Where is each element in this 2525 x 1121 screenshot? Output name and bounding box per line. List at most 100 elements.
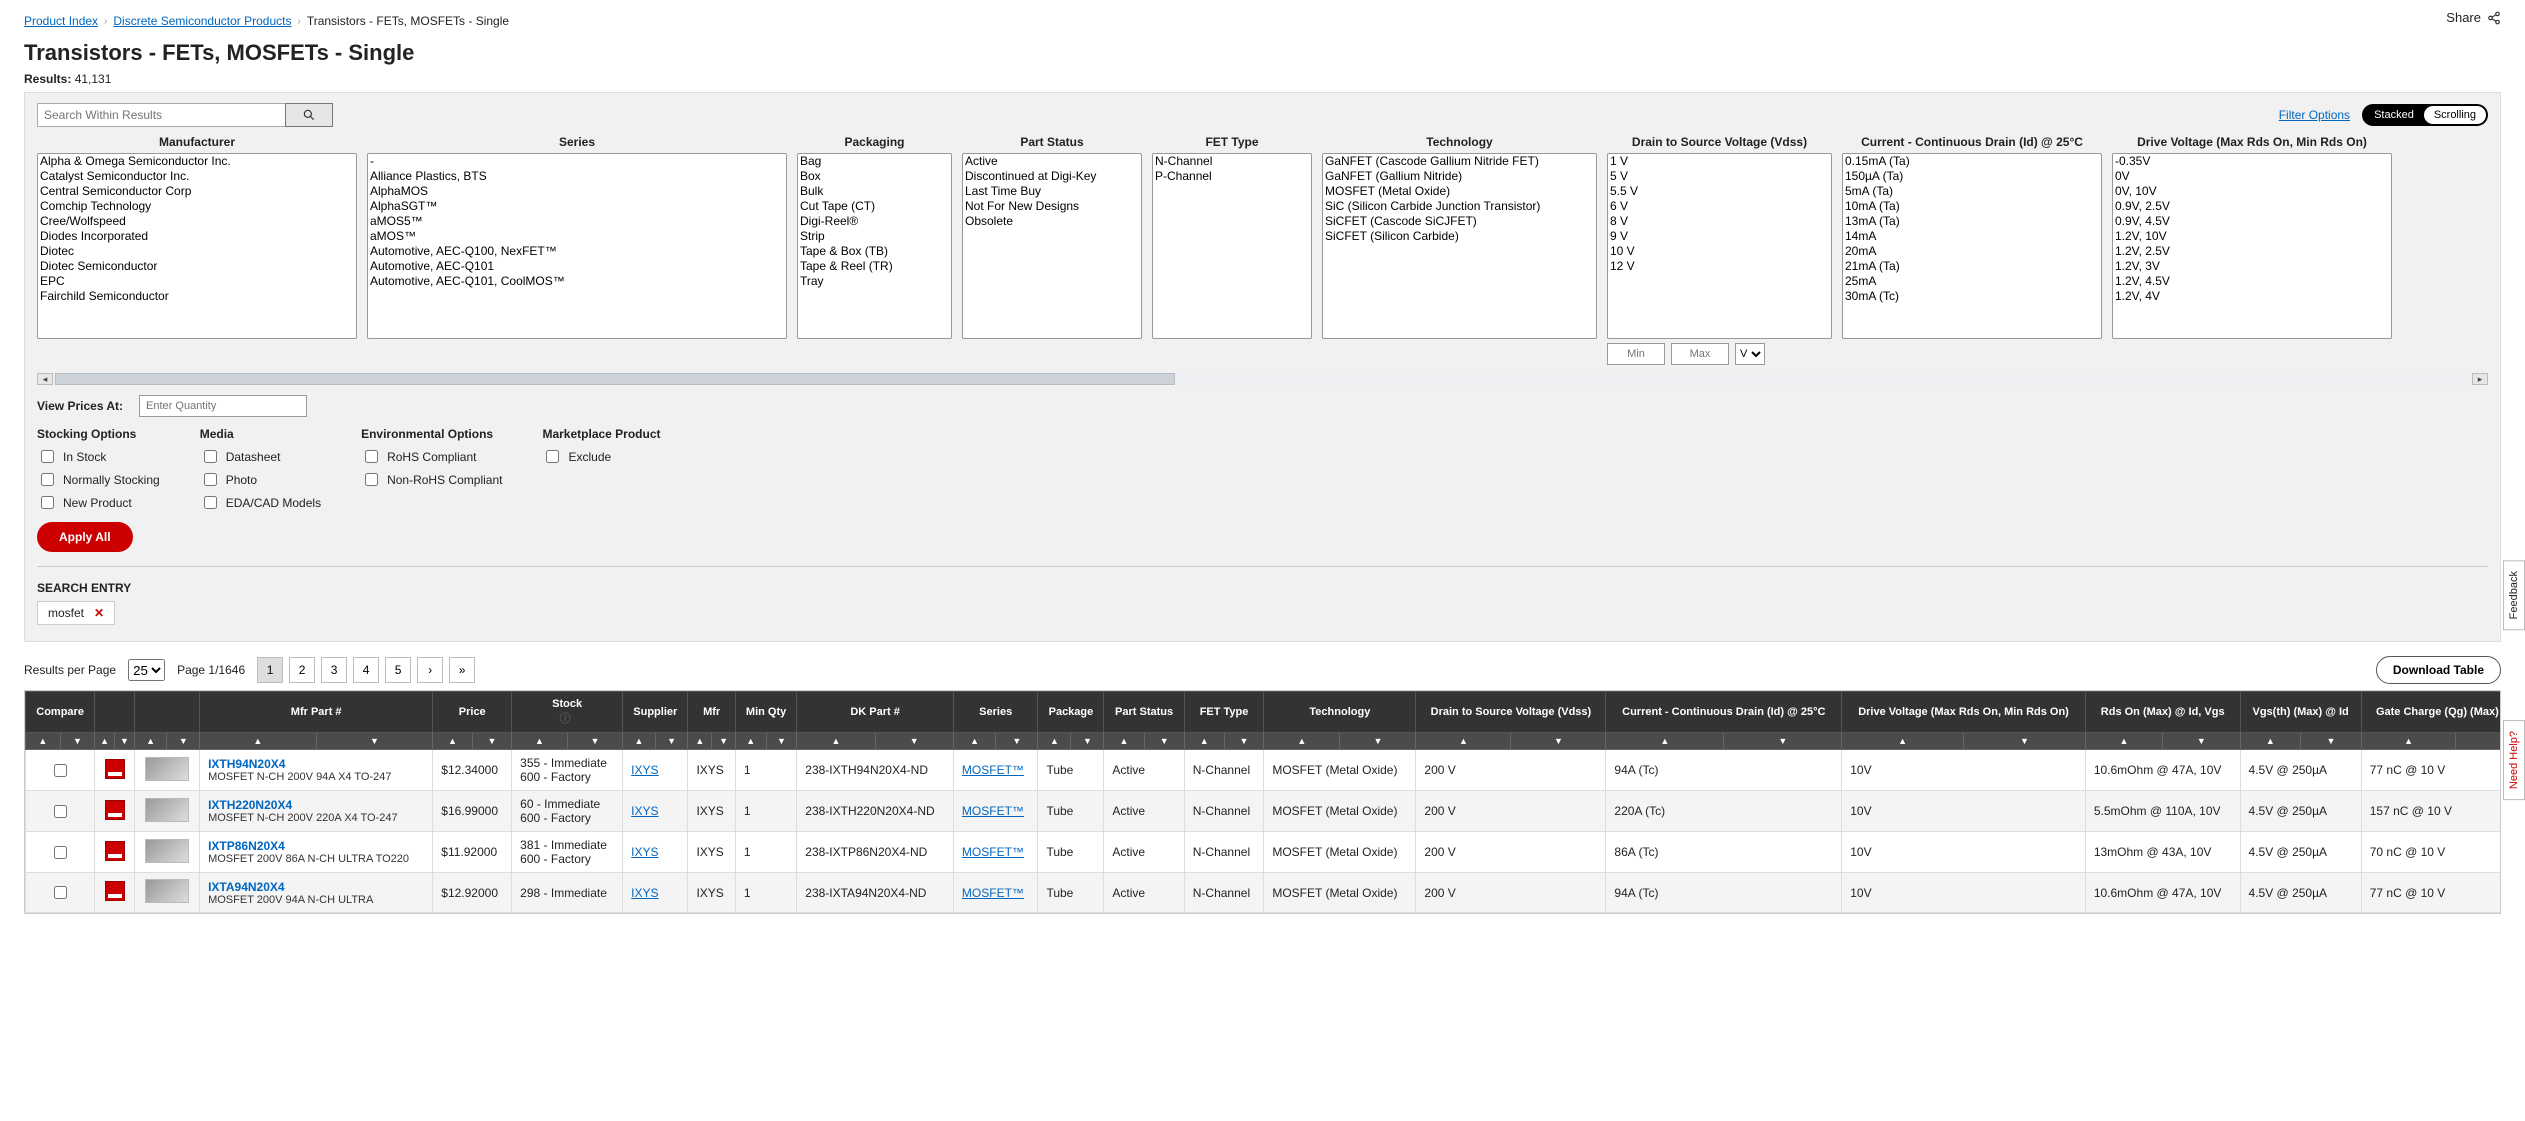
sort-desc-19[interactable]: ▼ [2300,733,2361,749]
sort-asc-6[interactable]: ▲ [623,733,655,749]
sort-asc-14[interactable]: ▲ [1264,733,1339,749]
sort-desc-2[interactable]: ▼ [166,733,199,749]
sort-asc-10[interactable]: ▲ [954,733,995,749]
facet-select-vdss[interactable]: 1 V5 V5.5 V6 V8 V9 V10 V12 V [1607,153,1832,339]
sort-asc-2[interactable]: ▲ [135,733,167,749]
chk-env-1[interactable]: Non-RoHS Compliant [361,470,502,489]
sort-asc-8[interactable]: ▲ [736,733,766,749]
facet-unit-vdss[interactable]: V [1735,343,1765,365]
sort-asc-5[interactable]: ▲ [512,733,567,749]
sort-asc-9[interactable]: ▲ [797,733,874,749]
compare-checkbox[interactable] [54,764,67,777]
facet-select-id[interactable]: 0.15mA (Ta)150µA (Ta)5mA (Ta)10mA (Ta)13… [1842,153,2102,339]
sort-desc-10[interactable]: ▼ [995,733,1037,749]
chk-market-0[interactable]: Exclude [542,447,660,466]
series-link[interactable]: MOSFET™ [962,886,1024,900]
facet-horizontal-scrollbar[interactable]: ◂ ▸ [37,373,2488,385]
facet-select-fet_type[interactable]: N-ChannelP-Channel [1152,153,1312,339]
need-help-tab[interactable]: Need Help? [2503,720,2525,800]
sort-asc-1[interactable]: ▲ [95,733,114,749]
chk-media-1[interactable]: Photo [200,470,321,489]
part-thumbnail[interactable] [145,798,189,822]
sort-asc-13[interactable]: ▲ [1185,733,1224,749]
datasheet-link[interactable] [105,890,125,904]
sort-asc-4[interactable]: ▲ [433,733,471,749]
sort-desc-3[interactable]: ▼ [316,733,433,749]
sort-asc-0[interactable]: ▲ [26,733,60,749]
sort-desc-4[interactable]: ▼ [472,733,511,749]
part-thumbnail[interactable] [145,839,189,863]
sort-desc-16[interactable]: ▼ [1723,733,1841,749]
chk-stocking-1[interactable]: Normally Stocking [37,470,160,489]
sort-desc-17[interactable]: ▼ [1963,733,2085,749]
compare-checkbox[interactable] [54,846,67,859]
part-thumbnail[interactable] [145,757,189,781]
facet-select-part_status[interactable]: ActiveDiscontinued at Digi-KeyLast Time … [962,153,1142,339]
sort-asc-7[interactable]: ▲ [688,733,711,749]
page-button-2[interactable]: 2 [289,657,315,683]
sort-desc-20[interactable]: ▼ [2455,733,2501,749]
facet-select-drive_v[interactable]: -0.35V0V0V, 10V0.9V, 2.5V0.9V, 4.5V1.2V,… [2112,153,2392,339]
scroll-thumb[interactable] [55,373,1175,385]
search-chip[interactable]: mosfet ✕ [37,601,115,625]
sort-asc-18[interactable]: ▲ [2086,733,2162,749]
sort-desc-5[interactable]: ▼ [567,733,623,749]
results-per-page-select[interactable]: 25 [128,659,165,681]
series-link[interactable]: MOSFET™ [962,804,1024,818]
facet-max-vdss[interactable] [1671,343,1729,365]
sort-asc-16[interactable]: ▲ [1606,733,1723,749]
chk-stocking-0[interactable]: In Stock [37,447,160,466]
search-within-button[interactable] [285,103,333,127]
sort-asc-20[interactable]: ▲ [2362,733,2456,749]
series-link[interactable]: MOSFET™ [962,763,1024,777]
page-button-3[interactable]: 3 [321,657,347,683]
chk-stocking-2[interactable]: New Product [37,493,160,512]
page-last-button[interactable]: » [449,657,475,683]
search-within-input[interactable] [37,103,285,127]
page-next-button[interactable]: › [417,657,443,683]
toggle-stacked[interactable]: Stacked [2364,106,2424,124]
scroll-left-arrow[interactable]: ◂ [37,373,53,385]
part-number-link[interactable]: IXTP86N20X4 [208,839,285,853]
sort-asc-12[interactable]: ▲ [1104,733,1143,749]
sort-desc-1[interactable]: ▼ [114,733,134,749]
page-button-4[interactable]: 4 [353,657,379,683]
part-number-link[interactable]: IXTH220N20X4 [208,798,292,812]
sort-asc-15[interactable]: ▲ [1416,733,1510,749]
sort-desc-15[interactable]: ▼ [1510,733,1605,749]
sort-desc-0[interactable]: ▼ [60,733,95,749]
sort-asc-17[interactable]: ▲ [1842,733,1963,749]
apply-all-button[interactable]: Apply All [37,522,133,552]
stock-help-icon[interactable]: ⓘ [560,713,571,725]
view-toggle[interactable]: Stacked Scrolling [2362,104,2488,126]
datasheet-link[interactable] [105,850,125,864]
sort-asc-19[interactable]: ▲ [2241,733,2301,749]
breadcrumb-item-0[interactable]: Product Index [24,14,98,28]
feedback-tab[interactable]: Feedback [2503,560,2525,630]
facet-min-vdss[interactable] [1607,343,1665,365]
part-thumbnail[interactable] [145,879,189,903]
page-button-5[interactable]: 5 [385,657,411,683]
page-button-1[interactable]: 1 [257,657,283,683]
series-link[interactable]: MOSFET™ [962,845,1024,859]
supplier-link[interactable]: IXYS [631,886,658,900]
sort-desc-18[interactable]: ▼ [2162,733,2239,749]
sort-asc-11[interactable]: ▲ [1038,733,1070,749]
sort-desc-11[interactable]: ▼ [1070,733,1103,749]
datasheet-link[interactable] [105,768,125,782]
sort-desc-14[interactable]: ▼ [1339,733,1415,749]
part-number-link[interactable]: IXTH94N20X4 [208,757,285,771]
download-table-button[interactable]: Download Table [2376,656,2501,684]
chk-media-0[interactable]: Datasheet [200,447,321,466]
part-number-link[interactable]: IXTA94N20X4 [208,880,284,894]
sort-desc-7[interactable]: ▼ [711,733,735,749]
sort-desc-12[interactable]: ▼ [1144,733,1184,749]
sort-desc-13[interactable]: ▼ [1224,733,1264,749]
facet-select-manufacturer[interactable]: Alpha & Omega Semiconductor Inc.Catalyst… [37,153,357,339]
compare-checkbox[interactable] [54,805,67,818]
breadcrumb-item-1[interactable]: Discrete Semiconductor Products [113,14,291,28]
sort-desc-9[interactable]: ▼ [875,733,953,749]
share-link[interactable]: Share [2446,10,2501,25]
supplier-link[interactable]: IXYS [631,804,658,818]
facet-select-technology[interactable]: GaNFET (Cascode Gallium Nitride FET)GaNF… [1322,153,1597,339]
